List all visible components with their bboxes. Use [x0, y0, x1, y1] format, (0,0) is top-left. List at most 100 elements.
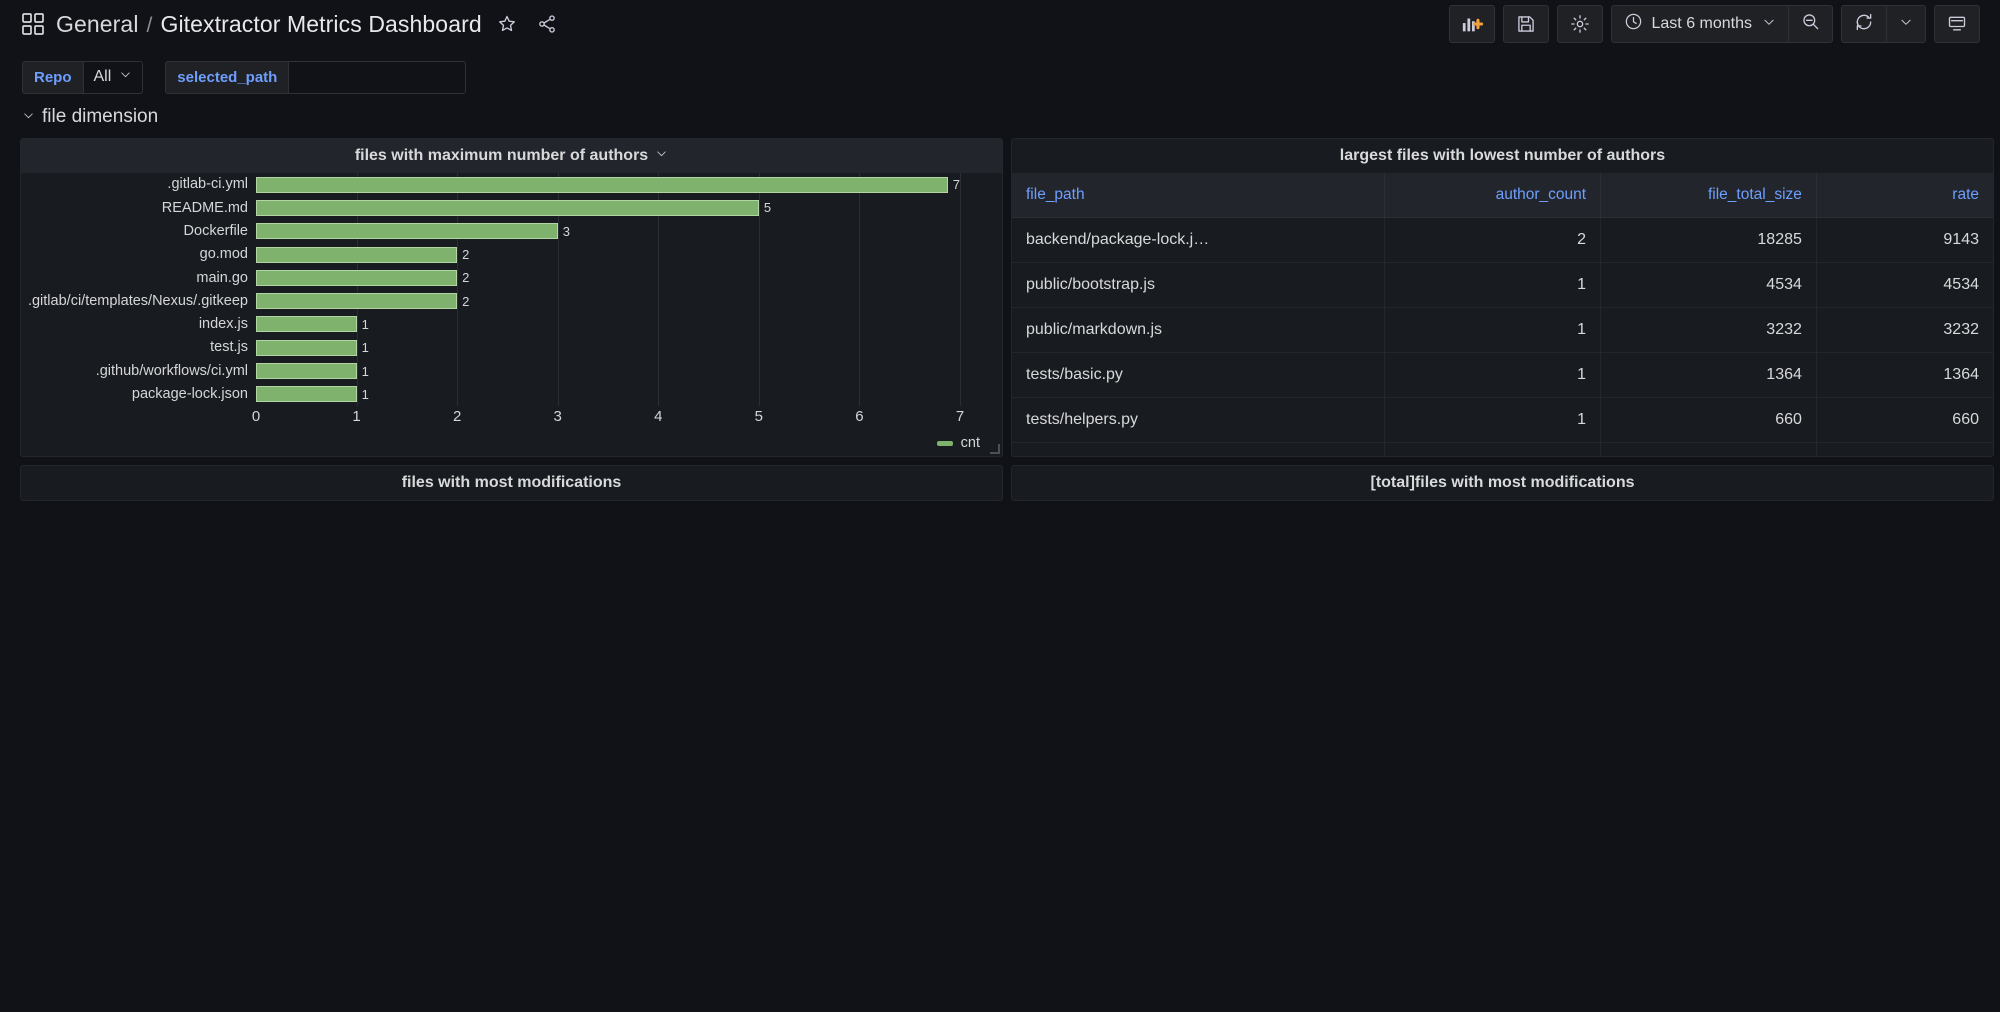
bar[interactable]: [256, 363, 357, 379]
y-axis-tick-label: test.js: [210, 340, 248, 355]
panel-title: files with maximum number of authors: [355, 147, 648, 165]
clock-icon: [1624, 12, 1643, 36]
bar[interactable]: [256, 293, 457, 309]
table-cell: 1: [1385, 308, 1601, 353]
table-cell: 2: [1385, 218, 1601, 263]
bar[interactable]: [256, 223, 558, 239]
bar-value-label: 3: [563, 224, 570, 239]
bar-row[interactable]: 3: [256, 223, 960, 239]
dashboard-settings-button[interactable]: [1557, 5, 1603, 43]
y-axis-tick-label: index.js: [199, 317, 248, 332]
bar[interactable]: [256, 247, 457, 263]
table-cell: 3232: [1601, 308, 1817, 353]
panel-header[interactable]: largest files with lowest number of auth…: [1012, 139, 1993, 173]
bar-row[interactable]: 7: [256, 177, 960, 193]
panel-title: files with most modifications: [402, 474, 622, 492]
bar-chart-p1: .gitlab-ci.ymlREADME.mdDockerfilego.modm…: [21, 173, 1002, 456]
bar-row[interactable]: 2: [256, 247, 960, 263]
panel-files-most-modifications: files with most modifications .gitlab-ci…: [20, 465, 1003, 501]
top-navbar: General/Gitextractor Metrics Dashboard: [0, 0, 2000, 48]
y-axis-tick-label: .gitlab-ci.yml: [167, 177, 248, 192]
panel-title: largest files with lowest number of auth…: [1340, 147, 1665, 165]
tv-mode-button[interactable]: [1934, 5, 1980, 43]
table-column-header[interactable]: file_path: [1012, 173, 1385, 218]
table-cell: public/markdown.js: [1012, 308, 1385, 353]
table-column-header[interactable]: author_count: [1385, 173, 1601, 218]
bar-value-label: 1: [362, 387, 369, 402]
star-icon[interactable]: [492, 9, 522, 39]
y-axis-tick-label: README.md: [162, 201, 248, 216]
panel-header[interactable]: [total]files with most modifications: [1012, 466, 1993, 500]
bar-row[interactable]: 2: [256, 293, 960, 309]
share-icon[interactable]: [532, 9, 562, 39]
bar[interactable]: [256, 340, 357, 356]
table-cell: 640: [1816, 443, 1993, 457]
bar-row[interactable]: 1: [256, 386, 960, 402]
table-row: public/markdown.js132323232: [1012, 308, 1993, 353]
legend-swatch: [937, 441, 953, 446]
breadcrumb-folder[interactable]: General: [56, 11, 139, 37]
table-column-header[interactable]: rate: [1816, 173, 1993, 218]
table-header-row: file_pathauthor_countfile_total_sizerate: [1012, 173, 1993, 218]
table-cell: public/bootstrap.js: [1012, 263, 1385, 308]
bar-value-label: 5: [764, 200, 771, 215]
table-cell: 1920: [1601, 443, 1817, 457]
refresh-icon: [1854, 12, 1874, 37]
table-cell: 1: [1385, 353, 1601, 398]
refresh-button[interactable]: [1842, 6, 1886, 42]
dashboard-row-header[interactable]: file dimension: [0, 100, 2000, 138]
chevron-down-icon: [119, 68, 132, 86]
x-axis-tick-label: 2: [453, 408, 461, 425]
panel-header[interactable]: files with most modifications: [21, 466, 1002, 500]
zoom-out-time-button[interactable]: [1788, 6, 1832, 42]
table-cell: 4534: [1601, 263, 1817, 308]
table-cell: 9143: [1816, 218, 1993, 263]
bar[interactable]: [256, 200, 759, 216]
bar[interactable]: [256, 386, 357, 402]
add-panel-button[interactable]: [1449, 5, 1495, 43]
panel-body: file_pathauthor_countfile_total_sizerate…: [1012, 173, 1993, 456]
variable-select-repo[interactable]: All: [83, 61, 144, 94]
bar-row[interactable]: 2: [256, 270, 960, 286]
y-axis-labels: .gitlab-ci.ymlREADME.mdDockerfilego.modm…: [21, 173, 256, 406]
panel-header[interactable]: files with maximum number of authors: [21, 139, 1002, 173]
time-range-picker[interactable]: Last 6 months: [1612, 6, 1789, 42]
panel-menu-chevron-icon[interactable]: [655, 147, 668, 165]
variable-label-repo: Repo: [22, 61, 83, 94]
table-cell: tests/helpers.py: [1012, 398, 1385, 443]
toolbar: Last 6 months: [1449, 5, 1981, 43]
bar-row[interactable]: 1: [256, 316, 960, 332]
bar-value-label: 2: [462, 247, 469, 262]
panel-resize-handle[interactable]: [990, 444, 1000, 454]
bar[interactable]: [256, 177, 948, 193]
table-cell: 660: [1601, 398, 1817, 443]
legend-label[interactable]: cnt: [961, 435, 980, 451]
bar-row[interactable]: 1: [256, 363, 960, 379]
table-body: backend/package-lock.j…2182859143public/…: [1012, 218, 1993, 457]
variable-input-selected-path[interactable]: [288, 61, 466, 94]
y-axis-tick-label: package-lock.json: [132, 387, 248, 402]
chevron-down-icon: [1899, 15, 1913, 34]
table-cell: 3: [1385, 443, 1601, 457]
bar[interactable]: [256, 270, 457, 286]
save-dashboard-button[interactable]: [1503, 5, 1549, 43]
table-cell: 1364: [1601, 353, 1817, 398]
table-row: package-lock.json31920640: [1012, 443, 1993, 457]
bar-row[interactable]: 5: [256, 200, 960, 216]
table-column-header[interactable]: file_total_size: [1601, 173, 1817, 218]
page-title[interactable]: Gitextractor Metrics Dashboard: [160, 11, 481, 37]
bar-row[interactable]: 1: [256, 340, 960, 356]
panel-title: [total]files with most modifications: [1370, 474, 1634, 492]
x-axis-tick-label: 7: [956, 408, 964, 425]
data-table: file_pathauthor_countfile_total_sizerate…: [1012, 173, 1993, 456]
dashboard-grid-icon: [22, 13, 44, 35]
panel-total-files-most-modifications: [total]files with most modifications .gi…: [1011, 465, 1994, 501]
table-cell: 1: [1385, 263, 1601, 308]
y-axis-tick-label: .gitlab/ci/templates/Nexus/.gitkeep: [28, 294, 248, 309]
row-title-label: file dimension: [42, 106, 158, 128]
refresh-interval-dropdown[interactable]: [1886, 6, 1925, 42]
table-cell: 660: [1816, 398, 1993, 443]
bar[interactable]: [256, 316, 357, 332]
bar-value-label: 2: [462, 270, 469, 285]
x-axis-tick-label: 6: [855, 408, 863, 425]
